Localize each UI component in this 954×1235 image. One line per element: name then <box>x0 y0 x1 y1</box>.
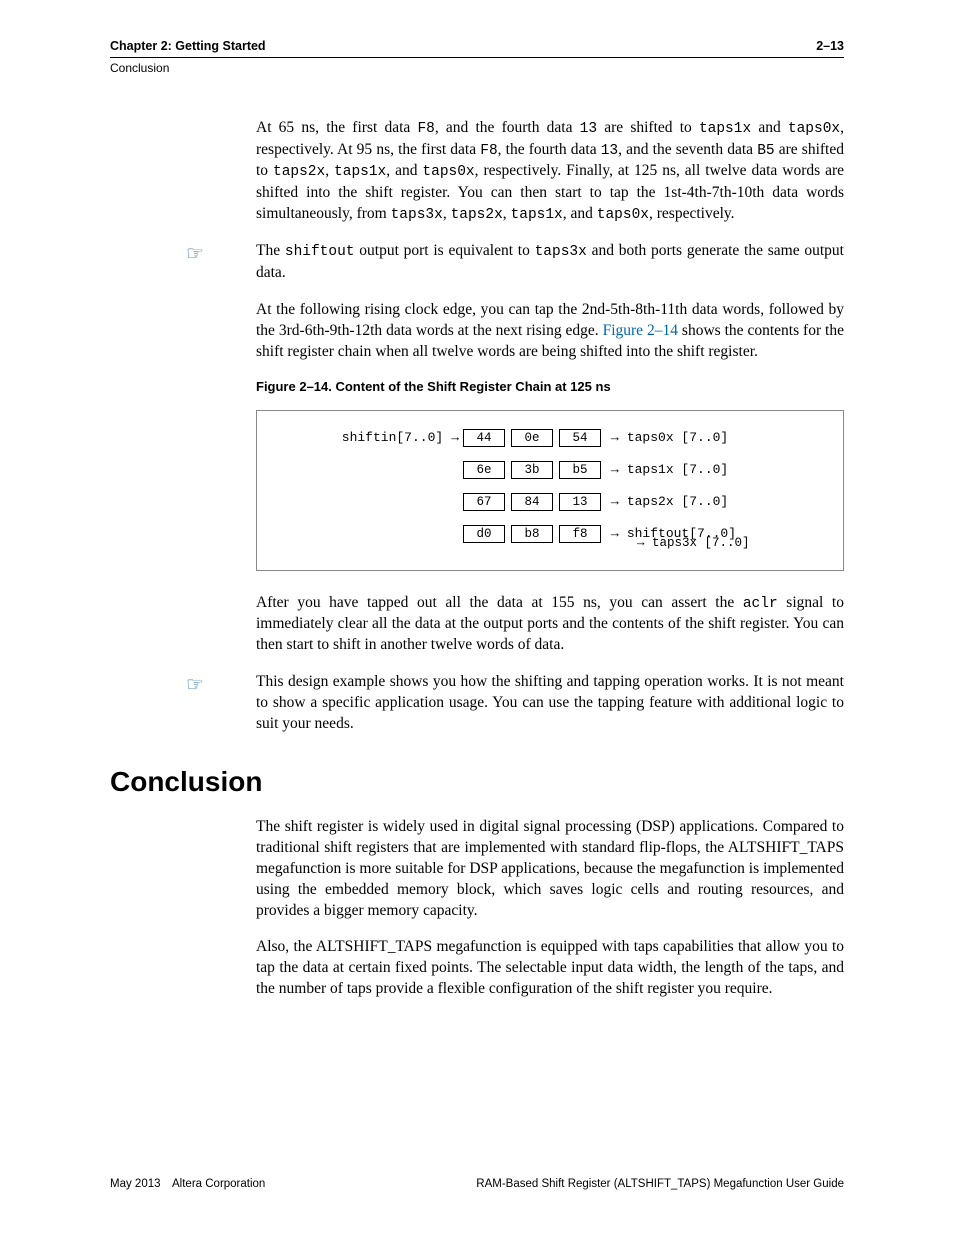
sr-cell: 54 <box>559 429 601 447</box>
sr-cell: 84 <box>511 493 553 511</box>
sr-cell: b8 <box>511 525 553 543</box>
paragraph-1: At 65 ns, the first data F8, and the fou… <box>256 118 844 225</box>
sr-cell: 67 <box>463 493 505 511</box>
taps0x-label: taps0x [7..0] <box>623 429 763 447</box>
conclusion-p2: Also, the ALTSHIFT_TAPS megafunction is … <box>256 937 844 1000</box>
figure-diagram: shiftin[7..0] → 44 0e 54 → taps0x [7..0]… <box>256 410 844 571</box>
hand-point-icon <box>186 241 204 268</box>
paragraph-2: At the following rising clock edge, you … <box>256 300 844 363</box>
page-footer: May 2013 Altera Corporation RAM-Based Sh… <box>110 1177 844 1193</box>
sr-cell: 13 <box>559 493 601 511</box>
sr-cell: 0e <box>511 429 553 447</box>
note-2: This design example shows you how the sh… <box>256 672 844 735</box>
figure-link[interactable]: Figure 2–14 <box>603 322 678 339</box>
sr-cell: 44 <box>463 429 505 447</box>
arrow-right-icon: → <box>611 461 619 479</box>
footer-right: RAM-Based Shift Register (ALTSHIFT_TAPS)… <box>476 1177 844 1193</box>
sr-cell: 3b <box>511 461 553 479</box>
conclusion-heading: Conclusion <box>110 763 844 801</box>
arrow-right-icon: → <box>611 525 619 543</box>
taps2x-label: taps2x [7..0] <box>623 493 763 511</box>
shiftin-label: shiftin[7..0] <box>337 429 447 447</box>
arrow-right-icon: → <box>611 493 619 511</box>
hand-point-icon <box>186 672 204 699</box>
taps1x-label: taps1x [7..0] <box>623 461 763 479</box>
taps3x-label: → taps3x [7..0] <box>637 535 823 552</box>
sr-row-2: 67 84 13 → taps2x [7..0] <box>277 493 823 511</box>
header-chapter: Chapter 2: Getting Started <box>110 38 266 55</box>
page-header: Chapter 2: Getting Started 2–13 <box>110 38 844 58</box>
sr-cell: b5 <box>559 461 601 479</box>
paragraph-3: After you have tapped out all the data a… <box>256 593 844 656</box>
arrow-right-icon: → <box>611 429 619 447</box>
header-pagenum: 2–13 <box>816 38 844 55</box>
sr-row-1: 6e 3b b5 → taps1x [7..0] <box>277 461 823 479</box>
sr-cell: d0 <box>463 525 505 543</box>
sr-cell: f8 <box>559 525 601 543</box>
arrow-right-icon: → <box>451 429 459 447</box>
conclusion-p1: The shift register is widely used in dig… <box>256 817 844 922</box>
header-section: Conclusion <box>110 60 844 76</box>
sr-row-0: shiftin[7..0] → 44 0e 54 → taps0x [7..0] <box>277 429 823 447</box>
footer-left: May 2013 Altera Corporation <box>110 1177 265 1193</box>
figure-caption: Figure 2–14. Content of the Shift Regist… <box>256 378 844 396</box>
sr-cell: 6e <box>463 461 505 479</box>
note-1: The shiftout output port is equivalent t… <box>256 241 844 283</box>
